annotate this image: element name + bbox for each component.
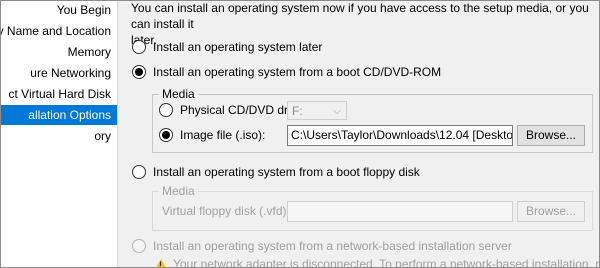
sidebar-item-label: allation Options (28, 108, 111, 122)
physical-drive-dropdown[interactable]: F: ⌵ (287, 101, 347, 120)
sidebar-item-label: You Begin (56, 3, 111, 17)
option-install-from-cd-label: Install an operating system from a boot … (153, 65, 442, 79)
cd-media-group: Media Physical CD/DVD drive: F: ⌵ Image … (152, 87, 593, 153)
sidebar-item-virtual-hard-disk[interactable]: ct Virtual Hard Disk (1, 84, 117, 104)
browse-floppy-button-label: Browse... (525, 204, 576, 218)
radio-image-file[interactable] (159, 127, 173, 142)
chevron-down-icon: ⌵ (333, 106, 341, 117)
radio-install-from-cd[interactable] (132, 64, 146, 79)
warning-icon (154, 259, 168, 267)
option-physical-drive[interactable]: Physical CD/DVD drive: (159, 101, 307, 119)
floppy-disk-label: Virtual floppy disk (.vfd): (162, 204, 290, 218)
sidebar-item-label: ure Networking (30, 66, 111, 80)
image-file-path-input[interactable]: C:\Users\Taylor\Downloads\12.04 [Desktop… (287, 125, 513, 146)
sidebar-item-networking[interactable]: ure Networking (1, 63, 117, 83)
sidebar-item-label: y Name and Location (1, 24, 111, 38)
sidebar-item-label: ory (94, 129, 111, 143)
option-install-from-floppy[interactable]: Install an operating system from a boot … (132, 163, 420, 181)
radio-install-from-network[interactable] (132, 238, 146, 253)
option-install-from-floppy-label: Install an operating system from a boot … (153, 165, 420, 179)
sidebar-item-summary[interactable]: ory (1, 126, 117, 146)
cd-media-legend: Media (159, 87, 198, 101)
floppy-media-legend: Media (159, 184, 198, 198)
option-install-later[interactable]: Install an operating system later (132, 38, 322, 56)
intro-line-1: You can install an operating system now … (131, 1, 589, 31)
physical-drive-value: F: (292, 104, 303, 118)
image-file-path: C:\Users\Taylor\Downloads\12.04 [Desktop… (291, 128, 513, 142)
radio-install-from-floppy[interactable] (132, 164, 146, 179)
option-install-from-cd[interactable]: Install an operating system from a boot … (132, 63, 441, 81)
option-install-later-label: Install an operating system later (153, 40, 323, 54)
network-warning-text: Your network adapter is disconnected. To… (173, 257, 600, 268)
option-install-from-network-label: Install an operating system from a netwo… (153, 239, 512, 253)
radio-install-later[interactable] (132, 39, 146, 54)
sidebar-item-label: Memory (67, 45, 111, 59)
sidebar-item-before-you-begin[interactable]: You Begin (1, 1, 117, 20)
option-image-file[interactable]: Image file (.iso): (159, 126, 265, 144)
sidebar-item-name-and-location[interactable]: y Name and Location (1, 21, 117, 41)
option-install-from-network[interactable]: Install an operating system from a netwo… (132, 237, 512, 255)
floppy-path-input[interactable] (287, 201, 513, 222)
sidebar-item-memory[interactable]: Memory (1, 42, 117, 62)
browse-floppy-button[interactable]: Browse... (517, 201, 585, 222)
wizard-sidebar: You Begin y Name and Location Memory ure… (1, 1, 118, 267)
image-file-label: Image file (.iso): (180, 128, 266, 142)
wizard-window: You Begin y Name and Location Memory ure… (0, 0, 600, 268)
sidebar-item-label: ct Virtual Hard Disk (8, 87, 111, 101)
browse-iso-button[interactable]: Browse... (517, 125, 585, 146)
browse-iso-button-label: Browse... (525, 128, 576, 142)
floppy-media-group: Media Virtual floppy disk (.vfd): Browse… (152, 184, 593, 231)
radio-physical-drive[interactable] (159, 102, 173, 117)
installation-options-panel: You can install an operating system now … (118, 1, 600, 268)
sidebar-item-installation-options[interactable]: allation Options (1, 105, 117, 125)
